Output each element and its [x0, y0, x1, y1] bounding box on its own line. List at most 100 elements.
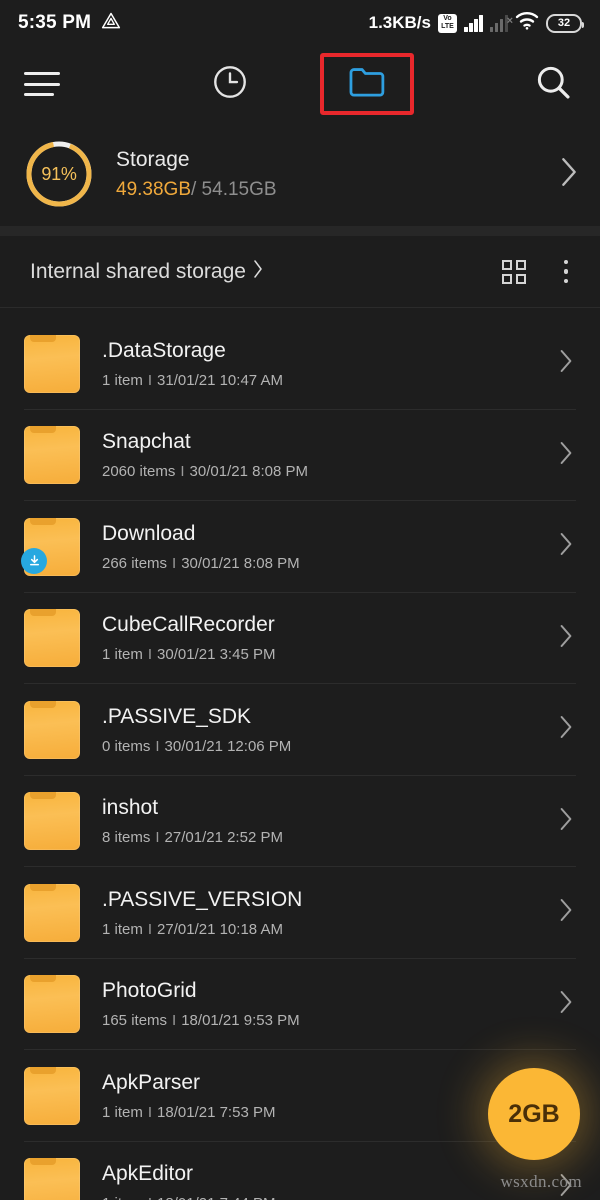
file-modified-date: 27/01/21 10:18 AM — [157, 920, 283, 938]
file-name: .PASSIVE_VERSION — [102, 887, 303, 911]
clock-recent-icon — [211, 63, 249, 106]
row-chevron-right-icon — [544, 895, 576, 930]
file-item-count: 8 items — [102, 829, 151, 847]
file-row-text: ApkParser 1 item I 18/01/21 7:53 PM — [102, 1071, 275, 1121]
storage-chevron-right-icon — [558, 155, 580, 194]
file-item-count: 266 items — [102, 554, 168, 572]
file-modified-date: 18/01/21 7:53 PM — [157, 1103, 276, 1121]
file-meta: 1 item I 31/01/21 10:47 AM — [102, 372, 283, 389]
meta-separator: I — [147, 371, 153, 389]
volte-bottom-text: LTE — [441, 23, 454, 30]
storage-title: Storage — [116, 147, 190, 171]
volte-icon: Vo LTE — [438, 13, 457, 33]
file-name: .DataStorage — [102, 338, 226, 362]
folder-icon — [24, 975, 80, 1034]
top-toolbar — [0, 46, 600, 122]
file-name: Download — [102, 521, 196, 545]
status-bar: 5:35 PM 1.3KB/s Vo LTE × 32 — [0, 0, 600, 46]
battery-level-label: 32 — [557, 17, 571, 29]
more-vertical-icon[interactable] — [556, 259, 577, 284]
meta-separator: I — [172, 1012, 177, 1030]
menu-button[interactable] — [0, 46, 161, 122]
storage-cleanup-fab[interactable]: 2GB — [488, 1068, 580, 1160]
storage-percent-label: 91% — [41, 163, 77, 184]
folder-icon — [21, 517, 80, 576]
file-meta: 165 items I 18/01/21 9:53 PM — [102, 1012, 300, 1029]
file-list-row[interactable]: .PASSIVE_SDK 0 items I 30/01/21 12:06 PM — [0, 684, 600, 776]
breadcrumb-bar: Internal shared storage — [0, 236, 600, 308]
file-item-count: 165 items — [102, 1012, 168, 1030]
file-list[interactable]: .DataStorage 1 item I 31/01/21 10:47 AM Snap… — [0, 318, 600, 1200]
row-chevron-right-icon — [544, 712, 576, 747]
file-modified-date: 30/01/21 3:45 PM — [157, 646, 276, 664]
download-badge-icon — [21, 547, 47, 574]
signal-bars-no-service-icon: × — [489, 14, 513, 32]
breadcrumb-path[interactable]: Internal shared storage — [30, 258, 265, 286]
row-chevron-right-icon — [544, 438, 576, 473]
file-item-count: 1 item — [102, 920, 143, 938]
search-icon — [534, 63, 572, 106]
file-modified-date: 31/01/21 10:47 AM — [157, 371, 283, 389]
file-list-row[interactable]: Snapchat 2060 items I 30/01/21 8:08 PM — [0, 410, 600, 502]
status-bar-right: 1.3KB/s Vo LTE × 32 — [368, 11, 584, 35]
storage-total-label: / 54.15GB — [191, 178, 277, 200]
meta-separator: I — [155, 737, 160, 755]
file-item-count: 1 item — [102, 1103, 143, 1121]
section-divider — [0, 226, 600, 236]
file-list-row[interactable]: Download 266 items I 30/01/21 8:08 PM — [0, 501, 600, 593]
row-chevron-right-icon — [544, 987, 576, 1022]
file-list-row[interactable]: CubeCallRecorder 1 item I 30/01/21 3:45 PM — [0, 593, 600, 685]
file-meta: 1 item I 27/01/21 10:18 AM — [102, 921, 302, 938]
file-modified-date: 18/01/21 7:44 PM — [157, 1195, 275, 1200]
storage-usage-ring: 91% — [24, 139, 94, 209]
meta-separator: I — [147, 646, 153, 664]
file-row-text: .PASSIVE_SDK 0 items I 30/01/21 12:06 PM — [102, 705, 291, 755]
file-modified-date: 18/01/21 9:53 PM — [181, 1012, 300, 1030]
file-meta: 2060 items I 30/01/21 8:08 PM — [102, 463, 308, 480]
breadcrumb-chevron-right-icon — [251, 258, 265, 286]
file-meta: 8 items I 27/01/21 2:52 PM — [102, 829, 283, 846]
active-tab-highlight-box — [319, 53, 414, 115]
file-item-count: 1 item — [102, 646, 143, 664]
folder-icon — [24, 883, 80, 942]
file-modified-date: 30/01/21 12:06 PM — [164, 737, 292, 755]
file-name: ApkParser — [102, 1070, 201, 1094]
grid-view-icon[interactable] — [501, 259, 526, 284]
search-button[interactable] — [435, 46, 600, 122]
no-service-mark: × — [506, 15, 513, 27]
file-row-text: PhotoGrid 165 items I 18/01/21 9:53 PM — [102, 979, 300, 1029]
file-list-row[interactable]: .PASSIVE_VERSION 1 item I 27/01/21 10:18 AM — [0, 867, 600, 959]
wifi-icon — [515, 11, 539, 35]
tab-files[interactable] — [298, 46, 435, 122]
battery-indicator: 32 — [546, 13, 584, 33]
row-chevron-right-icon — [544, 529, 576, 564]
file-row-text: Download 266 items I 30/01/21 8:08 PM — [102, 522, 300, 572]
file-name: PhotoGrid — [102, 979, 197, 1003]
storage-summary-card[interactable]: 91% Storage 49.38GB/ 54.15GB — [0, 122, 600, 226]
meta-separator: I — [172, 554, 177, 572]
folder-icon — [24, 1158, 80, 1200]
tab-recent[interactable] — [161, 46, 298, 122]
status-bar-clock: 5:35 PM — [18, 12, 92, 33]
meta-separator: I — [147, 1103, 153, 1121]
row-chevron-right-icon — [544, 346, 576, 381]
file-item-count: 1 item — [102, 1195, 143, 1200]
file-row-text: ApkEditor 1 item I 18/01/21 7:44 PM — [102, 1162, 275, 1200]
file-row-text: CubeCallRecorder 1 item I 30/01/21 3:45 PM — [102, 613, 275, 663]
file-list-row[interactable]: .DataStorage 1 item I 31/01/21 10:47 AM — [0, 318, 600, 410]
watermark: wsxdn.com — [500, 1172, 582, 1191]
storage-usage-line: 49.38GB/ 54.15GB — [116, 179, 277, 201]
signal-bars-icon — [464, 14, 483, 32]
network-speed-label: 1.3KB/s — [368, 13, 431, 32]
hamburger-menu-icon — [24, 72, 60, 96]
file-modified-date: 27/01/21 2:52 PM — [164, 829, 283, 847]
storage-text-block: Storage 49.38GB/ 54.15GB — [116, 148, 277, 201]
file-item-count: 1 item — [102, 371, 143, 389]
file-row-text: .PASSIVE_VERSION 1 item I 27/01/21 10:18 AM — [102, 888, 302, 938]
file-manager-screen: 5:35 PM 1.3KB/s Vo LTE × 32 91% Storage … — [0, 0, 600, 1200]
meta-separator: I — [148, 1195, 152, 1200]
file-list-row[interactable]: inshot 8 items I 27/01/21 2:52 PM — [0, 776, 600, 868]
row-chevron-right-icon — [544, 621, 576, 656]
file-modified-date: 30/01/21 8:08 PM — [189, 463, 308, 481]
file-list-row[interactable]: PhotoGrid 165 items I 18/01/21 9:53 PM — [0, 959, 600, 1051]
